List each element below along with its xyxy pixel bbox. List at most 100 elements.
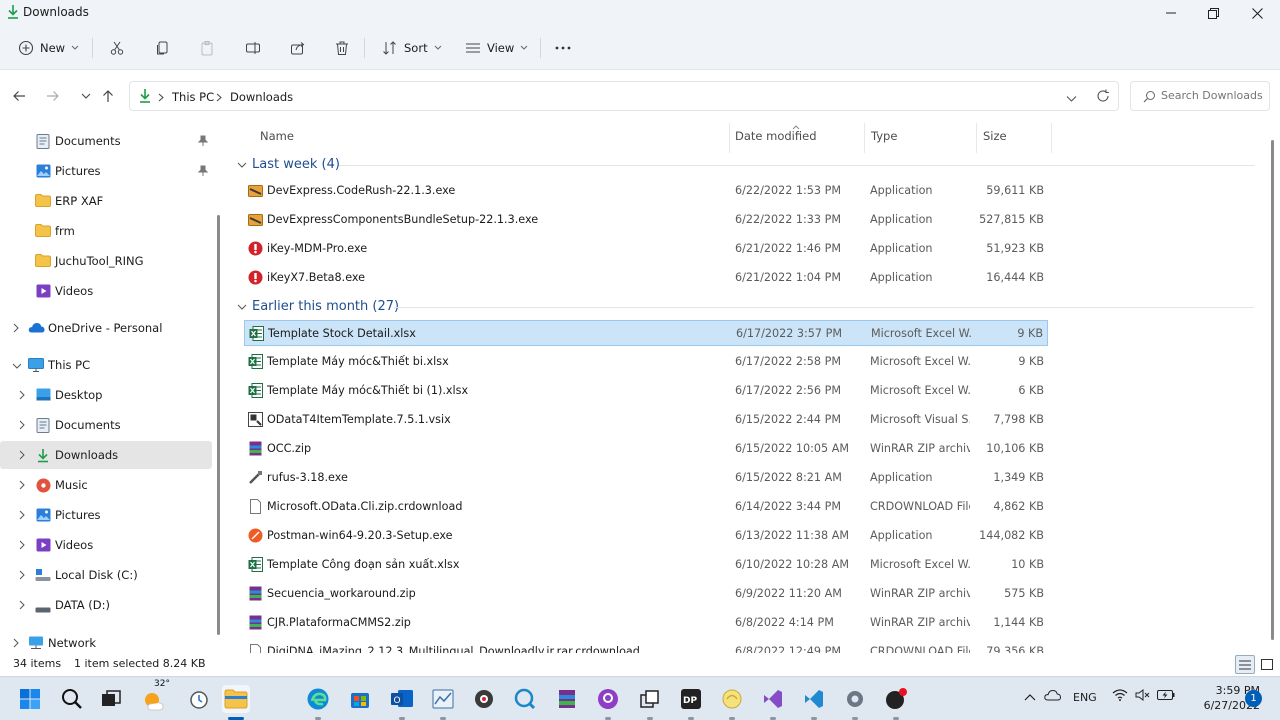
back-button[interactable] [9,86,29,106]
breadcrumb-downloads[interactable]: Downloads [230,90,293,104]
file-explorer-taskbar-button[interactable] [222,685,250,713]
sidebar-item-pictures-pinned[interactable]: Pictures [0,157,212,185]
tiles-view-button[interactable] [1259,655,1275,674]
file-row[interactable]: ODataT4ItemTemplate.7.5.1.vsix 6/15/2022 … [244,407,1048,433]
sidebar-item-juchutool-ring[interactable]: JuchuTool_RING [0,247,212,275]
sidebar-item-videos[interactable]: Videos [0,531,212,559]
column-header-type[interactable]: Type [871,129,897,155]
breadcrumb-this-pc[interactable]: This PC [172,90,214,104]
new-button[interactable]: New [18,34,79,62]
task-view-button[interactable] [97,685,125,713]
show-hidden-icons-button[interactable] [1024,691,1036,704]
column-header-size[interactable]: Size [983,129,1007,155]
visual-studio-button[interactable] [759,685,787,713]
file-row[interactable]: rufus-3.18.exe 6/15/2022 8:21 AM Applicati… [244,465,1048,491]
input-language[interactable]: ENG [1073,691,1097,704]
sidebar-item-downloads[interactable]: Downloads [0,441,212,469]
recorder-button[interactable] [882,685,910,713]
tool-app-button[interactable] [718,685,746,713]
minimize-button[interactable] [1149,0,1193,26]
github-button[interactable] [594,685,622,713]
notification-badge[interactable]: 1 [1245,690,1262,707]
sidebar-item-desktop[interactable]: Desktop [0,381,212,409]
address-bar[interactable]: This PC Downloads [129,81,1119,111]
copy-button[interactable] [155,34,171,62]
file-list-scrollbar[interactable] [1271,140,1274,640]
file-row[interactable]: DevExpressComponentsBundleSetup-22.1.3.e… [244,207,1048,233]
recent-locations-button[interactable] [76,86,96,106]
address-history-button[interactable] [1066,92,1077,106]
file-row[interactable]: OCC.zip 6/15/2022 10:05 AM WinRAR ZIP arch… [244,436,1048,462]
sidebar-item-erp-xaf[interactable]: ERP XAF [0,187,212,215]
vscode-button[interactable] [800,685,828,713]
volume-muted-icon[interactable] [1135,689,1151,704]
file-row[interactable]: Template Máy móc&Thiết bi (1).xlsx 6/17/2… [244,378,1048,404]
search-input[interactable] [1161,89,1266,102]
sidebar-item-documents[interactable]: Documents [0,411,212,439]
paste-button[interactable] [199,34,215,62]
sidebar-item-onedrive[interactable]: OneDrive - Personal [0,314,212,342]
share-button[interactable] [290,34,306,62]
delete-button[interactable] [334,34,350,62]
sidebar-item-documents-pinned[interactable]: Documents [0,127,212,155]
chevron-right-icon[interactable] [18,509,30,521]
column-header-date-modified[interactable]: Date modified [735,129,817,155]
dp-app-button[interactable]: DP [677,685,705,713]
file-row[interactable]: Secuencia_workaround.zip 6/9/2022 11:20 A… [244,581,1048,607]
sidebar-item-data-d[interactable]: DATA (D:) [0,591,212,619]
chevron-right-icon[interactable] [12,322,24,334]
chevron-right-icon[interactable] [18,419,30,431]
sidebar-item-videos-pinned[interactable]: Videos [0,277,212,305]
sidebar-scrollbar[interactable] [217,215,220,635]
winrar-button[interactable] [553,685,581,713]
battery-charging-icon[interactable] [1157,689,1175,704]
close-button[interactable] [1235,0,1279,26]
app-gear-button[interactable] [470,685,498,713]
sidebar-item-this-pc[interactable]: This PC [0,351,212,379]
chevron-right-icon[interactable] [18,539,30,551]
settings-button[interactable] [841,685,869,713]
file-row[interactable]: Template Công đoạn sản xuất.xlsx 6/10/202… [244,552,1048,578]
remote-tool-button[interactable] [511,685,539,713]
chevron-right-icon[interactable] [18,569,30,581]
chevron-down-icon[interactable] [12,359,24,371]
wifi-icon[interactable] [1112,689,1128,704]
maximize-button[interactable] [1191,0,1235,26]
onedrive-tray-icon[interactable] [1044,689,1062,704]
file-row[interactable]: Template Stock Detail.xlsx 6/17/2022 3:57… [244,320,1048,346]
cut-button[interactable] [109,34,125,62]
weather-widget[interactable]: 32° [140,679,170,713]
file-row[interactable]: Microsoft.OData.Cli.zip.crdownload 6/14/2… [244,494,1048,520]
file-row[interactable]: Template Máy móc&Thiết bi.xlsx 6/17/2022 … [244,349,1048,375]
outlook-button[interactable]: O [388,685,416,713]
edge-button[interactable] [304,685,332,713]
sort-button[interactable]: Sort [382,34,442,62]
file-row[interactable]: Postman-win64-9.20.3-Setup.exe 6/13/2022 … [244,523,1048,549]
refresh-button[interactable] [1096,89,1110,106]
group-header-earlier-this-month[interactable]: Earlier this month (27) [237,299,399,314]
details-view-button[interactable] [1235,655,1255,674]
group-header-last-week[interactable]: Last week (4) [237,157,340,172]
store-button[interactable] [346,685,374,713]
sidebar-item-frm[interactable]: frm [0,217,212,245]
sidebar-item-music[interactable]: Music [0,471,212,499]
column-header-name[interactable]: Name [260,129,294,155]
up-button[interactable] [98,86,118,106]
sidebar-item-local-disk-c[interactable]: Local Disk (C:) [0,561,212,589]
more-options-button[interactable] [554,34,572,62]
file-row[interactable]: iKey-MDM-Pro.exe 6/21/2022 1:46 PM Applica… [244,236,1048,262]
start-button[interactable] [16,685,44,713]
file-row[interactable]: DevExpress.CodeRush-22.1.3.exe 6/22/2022 … [244,178,1048,204]
search-box[interactable] [1130,81,1270,111]
search-button[interactable] [58,685,86,713]
chevron-right-icon[interactable] [12,637,24,649]
file-row[interactable]: CJR.PlataformaCMMS2.zip 6/8/2022 4:14 PM W… [244,610,1048,636]
sidebar-item-pictures[interactable]: Pictures [0,501,212,529]
file-row[interactable]: iKeyX7.Beta8.exe 6/21/2022 1:04 PM Applica… [244,265,1048,291]
rename-button[interactable] [245,34,261,62]
chevron-right-icon[interactable] [18,389,30,401]
file-row[interactable]: DigiDNA_iMazing_2.12.3_Multilingual_Down… [244,639,1048,653]
chevron-right-icon[interactable] [18,479,30,491]
view-button[interactable]: View [465,34,528,62]
chevron-right-icon[interactable] [18,449,30,461]
